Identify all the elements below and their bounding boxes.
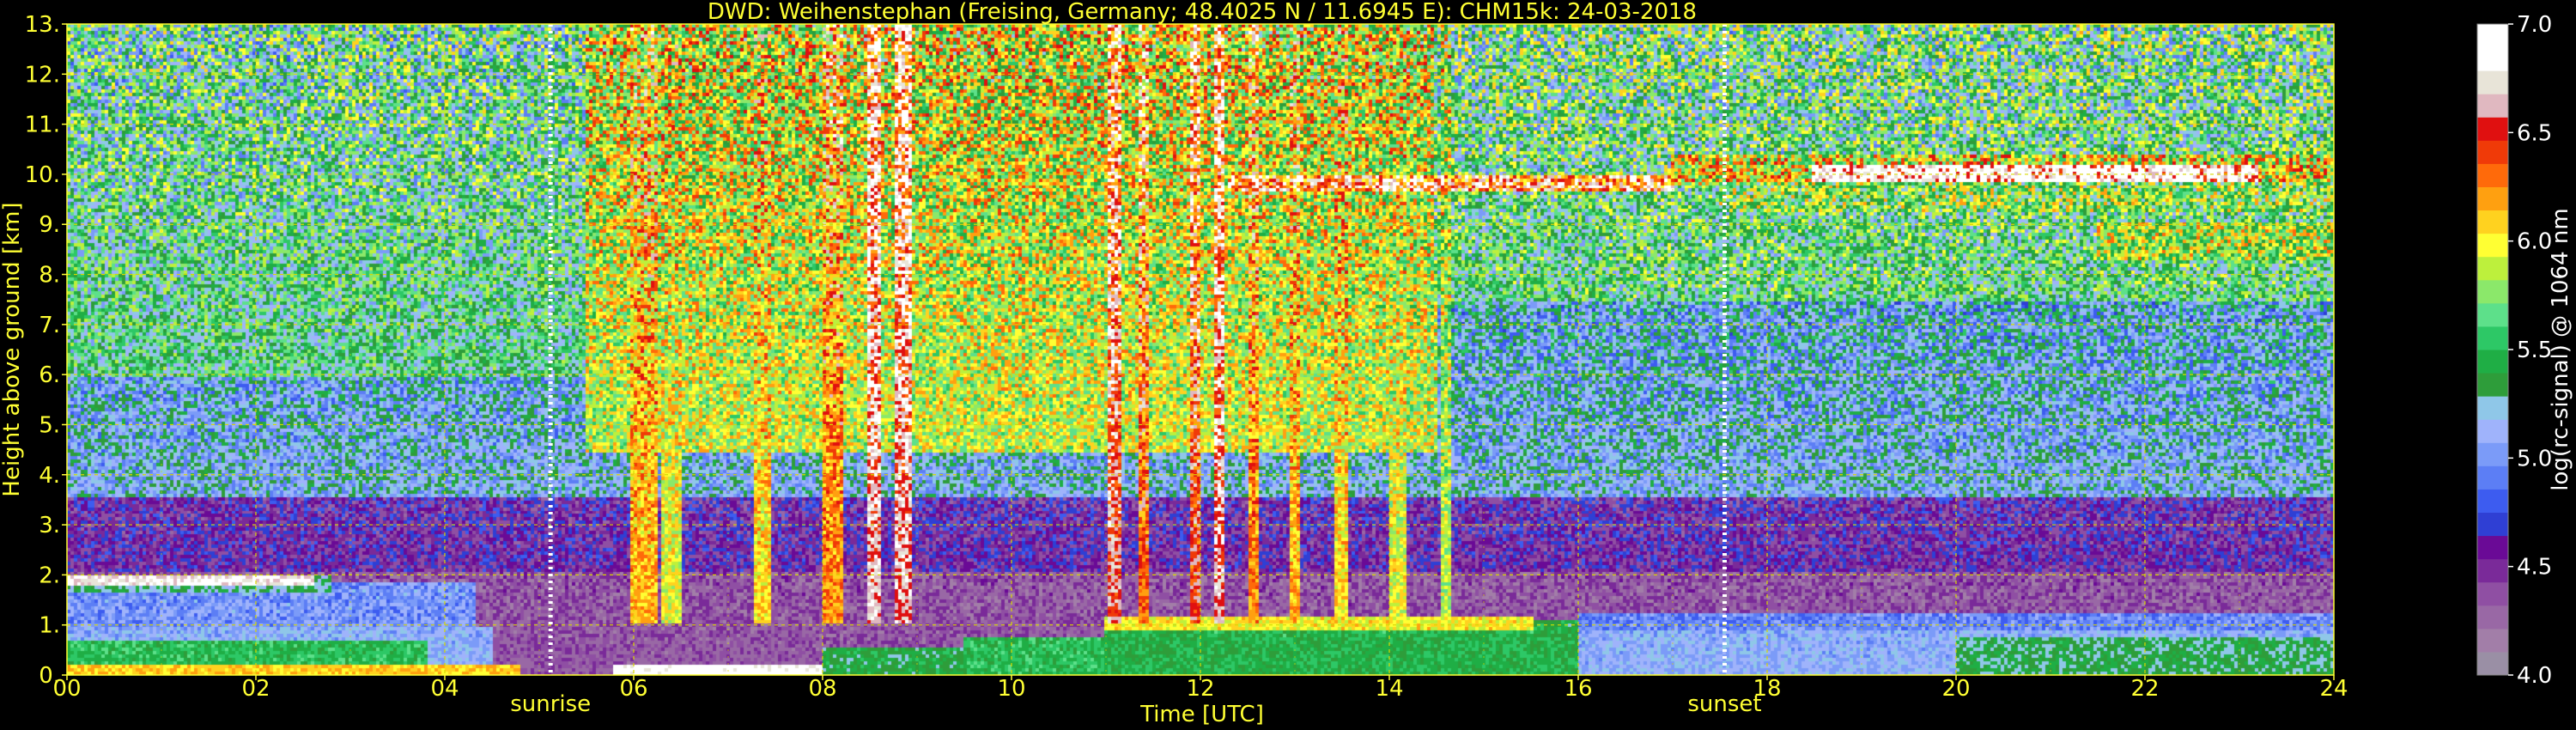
colorbar-swatch — [2477, 163, 2508, 187]
colorbar-tick-label: 6.5 — [2517, 120, 2552, 146]
colorbar-swatch — [2477, 256, 2508, 281]
x-tick-label: 20 — [1941, 676, 1970, 702]
x-tick-label: 10 — [997, 676, 1025, 702]
colorbar-swatch — [2477, 210, 2508, 234]
colorbar-label: log(rc-signal) @ 1064 nm — [2548, 208, 2573, 490]
y-tick-label: 4. — [39, 463, 60, 489]
colorbar-swatch — [2477, 140, 2508, 164]
ceilometer-chart: sunrise sunset 00 02 04 06 08 10 12 14 16 18 20 22 24… — [0, 0, 2576, 730]
colorbar-swatch — [2477, 350, 2508, 374]
colorbar-swatch — [2477, 325, 2508, 350]
colorbar-tick-label: 7.0 — [2517, 12, 2552, 38]
y-tick-label: 9. — [39, 212, 60, 238]
colorbar-tick-label: 4.0 — [2517, 663, 2552, 689]
y-tick-label: 5. — [39, 412, 60, 438]
colorbar-swatch — [2477, 581, 2508, 606]
x-tick-label: 18 — [1753, 676, 1781, 702]
colorbar-swatch — [2477, 558, 2508, 583]
colorbar-swatch — [2477, 94, 2508, 118]
colorbar-swatch — [2477, 489, 2508, 513]
colorbar-swatch — [2477, 628, 2508, 653]
y-tick-label: 7. — [39, 313, 60, 338]
colorbar-swatch — [2477, 24, 2508, 48]
sunrise-label: sunrise — [510, 691, 591, 717]
y-tick-label: 8. — [39, 263, 60, 289]
colorbar-swatch — [2477, 70, 2508, 94]
y-axis-label: Height above ground [km] — [0, 202, 25, 496]
x-tick-label: 02 — [241, 676, 270, 702]
colorbar-swatch — [2477, 465, 2508, 490]
x-tick-label: 24 — [2319, 676, 2348, 702]
x-tick-label: 04 — [430, 676, 459, 702]
x-tick-label: 16 — [1564, 676, 1592, 702]
x-tick-label: 12 — [1186, 676, 1214, 702]
colorbar-swatch — [2477, 302, 2508, 327]
y-tick-label: 12. — [25, 62, 60, 88]
x-tick-label: 14 — [1375, 676, 1403, 702]
y-tick-label: 10. — [25, 162, 60, 188]
colorbar-swatch — [2477, 535, 2508, 560]
y-tick-label: 0. — [39, 663, 60, 689]
colorbar-tick-label: 4.5 — [2517, 555, 2552, 581]
y-tick-label: 11. — [25, 113, 60, 138]
chart-title: DWD: Weihenstephan (Freising, Germany; 4… — [708, 0, 1697, 25]
y-tick-label: 6. — [39, 362, 60, 388]
colorbar-swatch — [2477, 651, 2508, 676]
x-axis-label: Time [UTC] — [1139, 702, 1264, 727]
colorbar-swatch — [2477, 419, 2508, 443]
colorbar-swatch — [2477, 186, 2508, 211]
colorbar-swatch — [2477, 47, 2508, 71]
x-tick-label: 06 — [619, 676, 647, 702]
colorbar-swatch — [2477, 373, 2508, 397]
colorbar-swatch — [2477, 279, 2508, 304]
colorbar-swatch — [2477, 605, 2508, 630]
y-tick-label: 1. — [39, 613, 60, 639]
y-tick-label: 2. — [39, 563, 60, 588]
x-tick-label: 08 — [808, 676, 836, 702]
y-tick-label: 13. — [25, 12, 60, 38]
x-tick-label: 22 — [2130, 676, 2159, 702]
sunset-label: sunset — [1687, 691, 1761, 717]
y-tick-label: 3. — [39, 513, 60, 538]
colorbar-swatch — [2477, 233, 2508, 258]
colorbar-swatch — [2477, 117, 2508, 141]
colorbar-swatch — [2477, 512, 2508, 537]
colorbar-swatch — [2477, 442, 2508, 466]
colorbar-swatch — [2477, 396, 2508, 420]
